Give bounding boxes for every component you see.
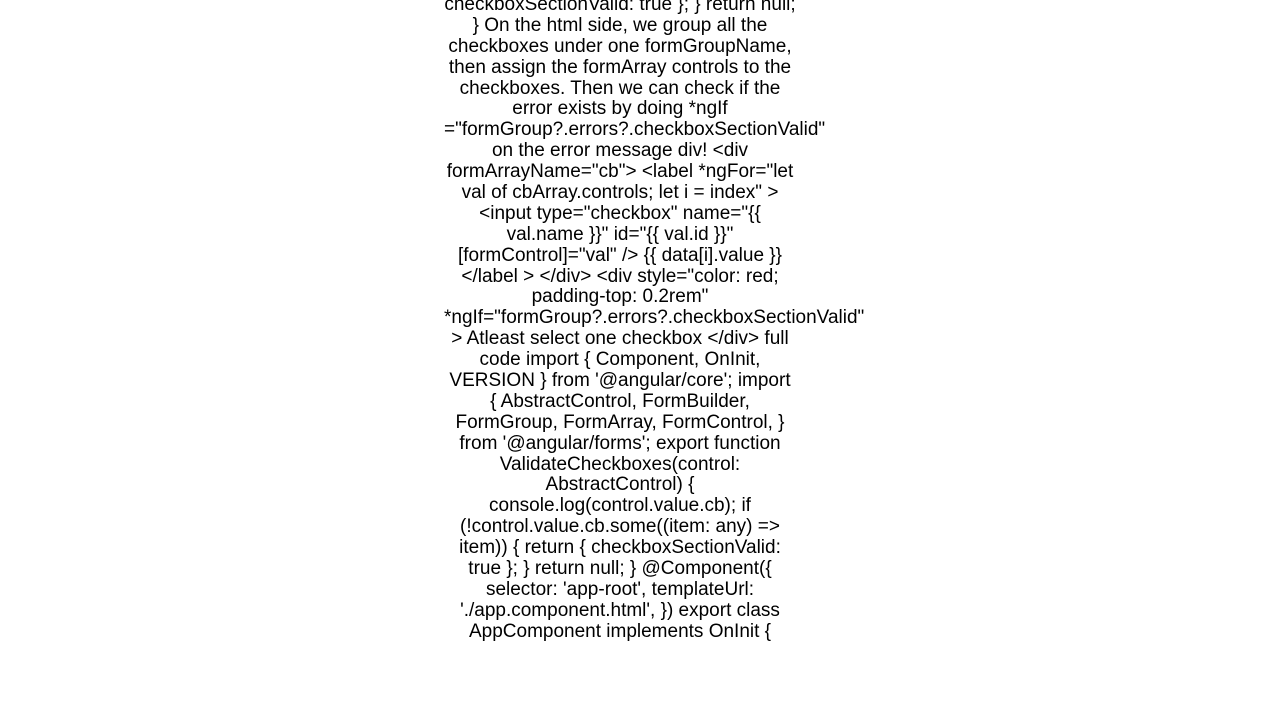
article-body-text: checkboxSectionValid: true }; } return n… bbox=[444, 0, 796, 643]
